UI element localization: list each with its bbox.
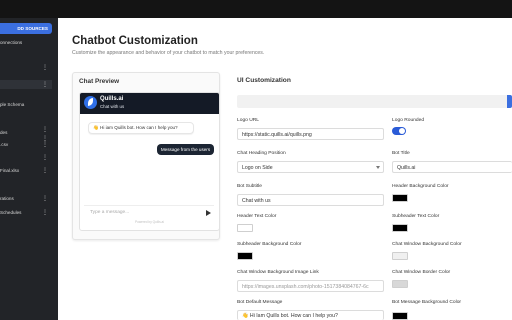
more-options-icon[interactable]: ⋮ xyxy=(42,127,48,133)
chat-window-background-image-input[interactable]: https://images.unsplash.com/photo-151738… xyxy=(237,280,384,292)
window-top-bar xyxy=(0,0,512,18)
chat-window-border-color-swatch[interactable] xyxy=(392,280,408,288)
more-options-icon[interactable]: ⋮ xyxy=(42,168,48,174)
send-icon[interactable] xyxy=(206,210,211,216)
more-options-icon[interactable]: ⋮ xyxy=(42,142,48,148)
header-background-color-label: Header Background Color xyxy=(392,184,449,189)
bot-title-label: Bot Title xyxy=(392,151,410,156)
chat-window: Quills.ai Chat with us 👋 Hi iam Quills b… xyxy=(79,92,220,231)
chat-input-placeholder: Type a message... xyxy=(90,210,130,215)
subheader-background-color-swatch[interactable] xyxy=(237,252,253,260)
subheader-text-color-label: Subheader Text Color xyxy=(392,214,440,219)
add-data-sources-button[interactable]: DD SOURCES xyxy=(0,23,52,34)
header-background-color-swatch[interactable] xyxy=(392,194,408,202)
chevron-down-icon xyxy=(376,166,380,169)
main-content: Chatbot Customization Customize the appe… xyxy=(58,18,512,320)
bot-subtitle: Chat with us xyxy=(100,104,125,109)
more-options-icon[interactable]: ⋮ xyxy=(42,210,48,216)
sidebar-item-connections[interactable]: onnections xyxy=(0,40,22,45)
ui-customization-bar xyxy=(237,95,512,108)
chat-window-border-color-label: Chat Window Border Color xyxy=(392,270,451,275)
header-text-color-label: Header Text Color xyxy=(237,214,277,219)
logo-url-label: Logo URL xyxy=(237,118,260,123)
chat-preview-title: Chat Preview xyxy=(79,78,120,85)
powered-by-text: Powered by Quills.ai xyxy=(134,220,165,224)
sidebar-item-sample-schema[interactable]: ple Schema xyxy=(0,102,24,107)
sidebar-item-schedules[interactable]: Schedules xyxy=(0,210,21,215)
bot-title: Quills.ai xyxy=(100,96,124,102)
bot-subtitle-input[interactable]: Chat with us xyxy=(237,194,384,206)
subheader-background-color-label: Subheader Background Color xyxy=(237,242,302,247)
header-text-color-swatch[interactable] xyxy=(237,224,253,232)
logo-rounded-toggle[interactable] xyxy=(392,127,406,135)
bot-message-bubble: 👋 Hi iam Quills bot. How can I help you? xyxy=(88,122,194,134)
chat-window-background-color-label: Chat Window Background Color xyxy=(392,242,462,247)
sidebar-item-integrations[interactable]: rations xyxy=(0,196,14,201)
more-options-icon[interactable]: ⋮ xyxy=(42,155,48,161)
sidebar-item-final-xlsx[interactable]: Final.xlsx xyxy=(0,168,19,173)
chat-preview-card: Chat Preview Quills.ai Chat with us 👋 Hi… xyxy=(72,72,220,240)
bot-logo-icon xyxy=(84,96,97,109)
bot-message-background-color-swatch[interactable] xyxy=(392,312,408,320)
ui-customization-bar-accent xyxy=(507,95,512,108)
sidebar-item-codes[interactable]: des xyxy=(0,130,7,135)
more-options-icon[interactable]: ⋮ xyxy=(42,82,48,88)
user-message-bubble: Message from the users xyxy=(157,144,214,155)
chat-heading-position-value: Logo on Side xyxy=(242,165,273,171)
more-options-icon[interactable]: ⋮ xyxy=(42,196,48,202)
sidebar-item-csv[interactable]: .csv xyxy=(0,142,8,147)
subheader-text-color-swatch[interactable] xyxy=(392,224,408,232)
ui-customization-title: UI Customization xyxy=(237,77,291,84)
bot-default-message-input[interactable]: 👋 Hi Iam Quills bot. How can I help you? xyxy=(237,310,384,320)
chat-header: Quills.ai Chat with us xyxy=(80,93,219,114)
page-title: Chatbot Customization xyxy=(72,35,198,47)
logo-rounded-label: Logo Rounded xyxy=(392,118,425,123)
chat-window-background-color-swatch[interactable] xyxy=(392,252,408,260)
sidebar: DD SOURCES onnections ⋮ ⋮ ple Schema ⋮ d… xyxy=(0,18,58,320)
bot-subtitle-label: Bot Subtitle xyxy=(237,184,263,189)
bot-default-message-label: Bot Default Message xyxy=(237,300,283,305)
bot-message-background-color-label: Bot Message Background Color xyxy=(392,300,462,305)
chat-heading-position-select[interactable]: Logo on Side xyxy=(237,161,384,173)
chat-message-input[interactable]: Type a message... xyxy=(84,205,214,219)
chat-heading-position-label: Chat Heading Position xyxy=(237,151,286,156)
bot-title-input[interactable]: Quills.ai xyxy=(392,161,512,173)
toggle-knob xyxy=(399,128,405,134)
more-options-icon[interactable]: ⋮ xyxy=(42,65,48,71)
logo-url-input[interactable]: https://static.quills.ai/quills.png xyxy=(237,128,384,140)
chat-window-background-image-label: Chat Window Background Image Link xyxy=(237,270,319,275)
page-subtitle: Customize the appearance and behavior of… xyxy=(72,50,265,56)
